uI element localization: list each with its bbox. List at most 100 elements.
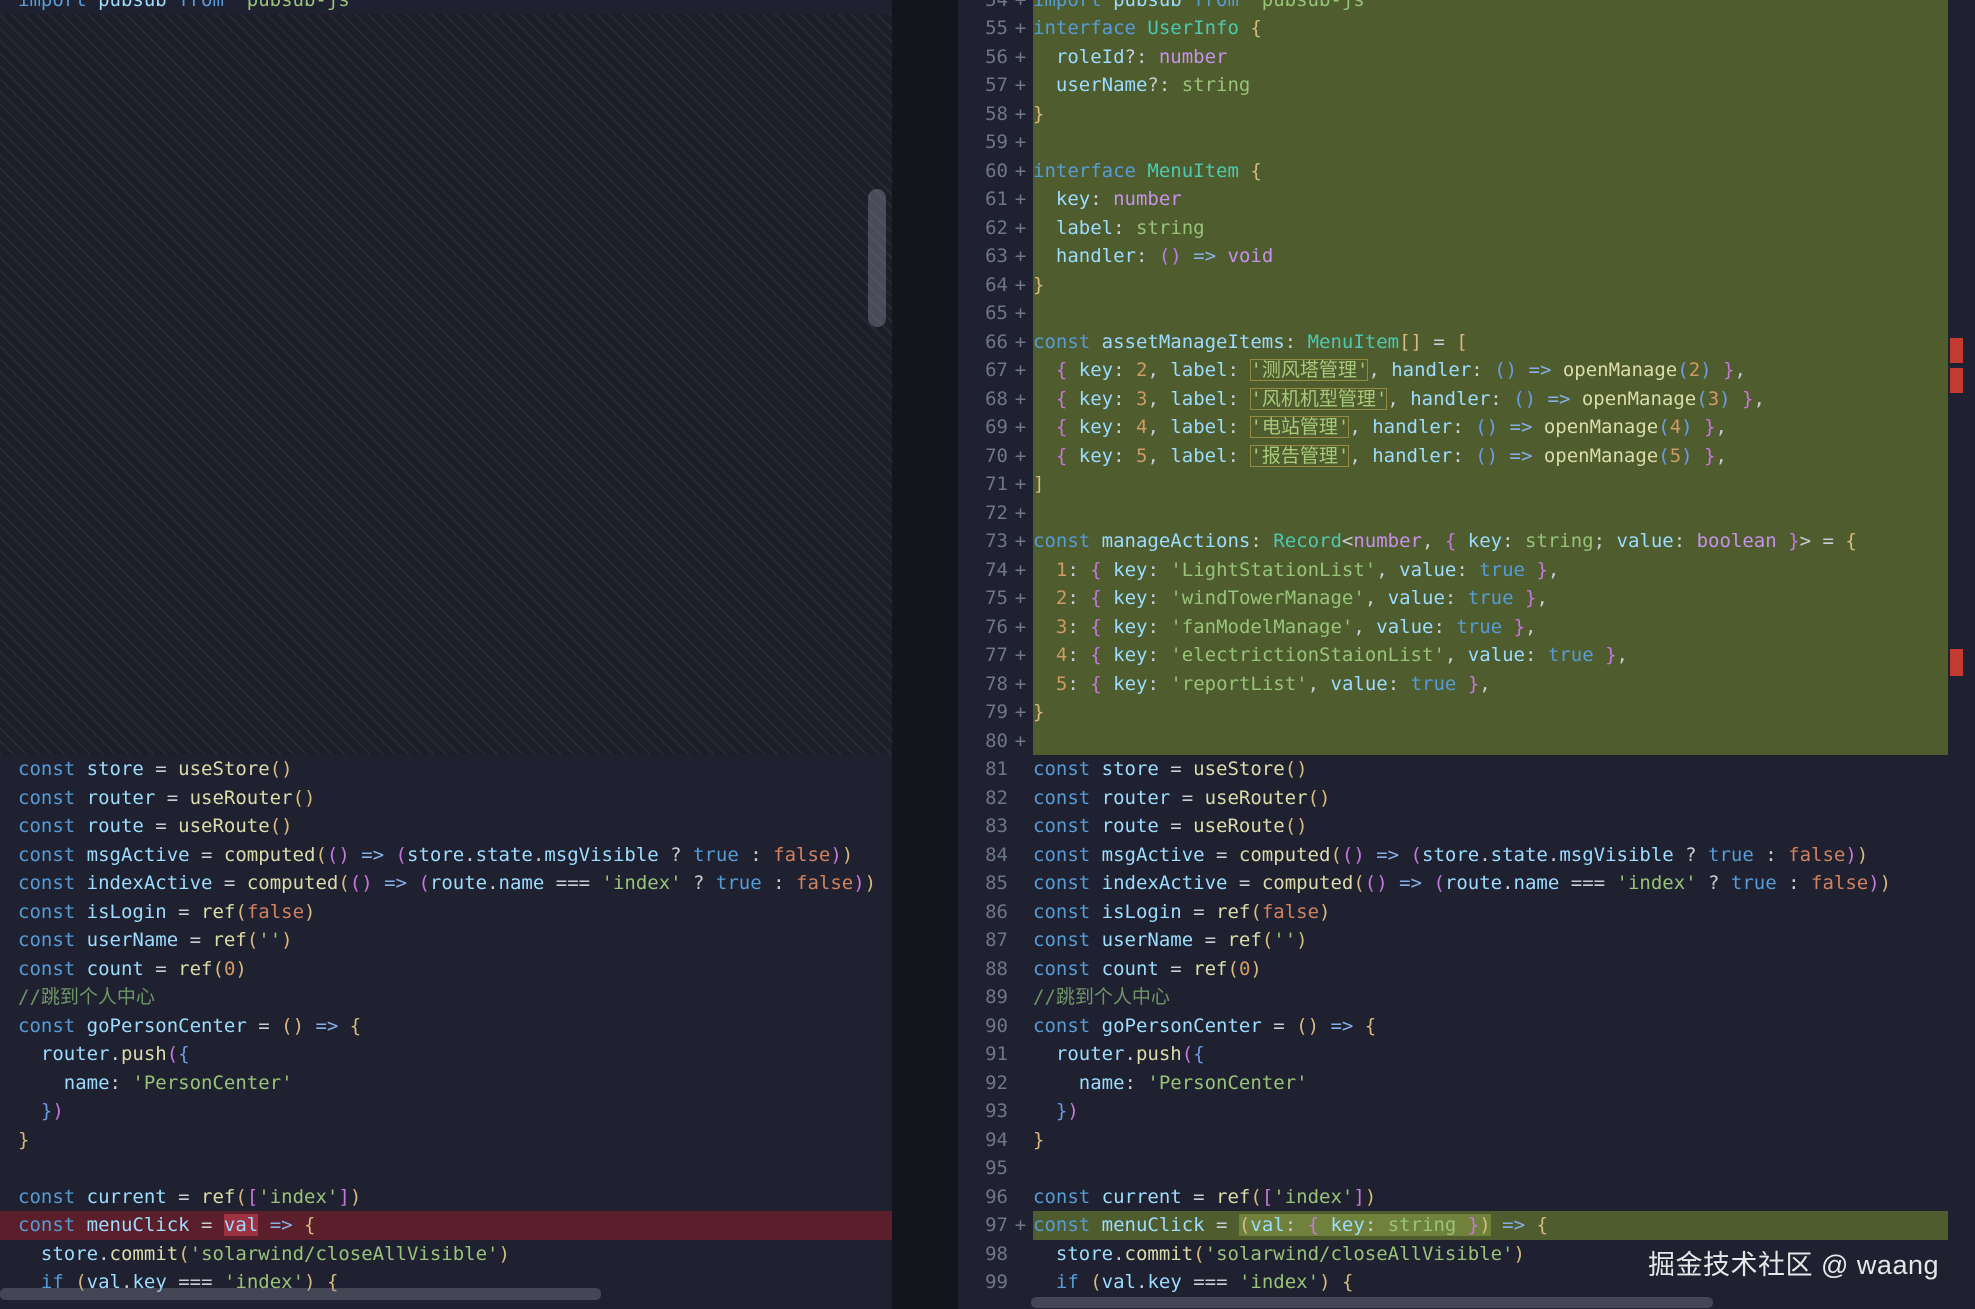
line-number[interactable]: 85 [958, 869, 1033, 898]
line-number[interactable]: 90 [958, 1012, 1033, 1041]
code-line[interactable]: store.commit('solarwind/closeAllVisible'… [0, 1240, 892, 1269]
line-number[interactable]: 75+ [958, 584, 1033, 613]
line-number[interactable]: 98 [958, 1240, 1033, 1269]
diff-right-pane[interactable]: 54+import pubsub from 'pubsub-js'55+inte… [958, 0, 1975, 1309]
line-number[interactable]: 56+ [958, 43, 1033, 72]
code-line[interactable]: key: number [1033, 185, 1948, 214]
code-line[interactable]: { key: 5, label: '报告管理', handler: () => … [1033, 442, 1948, 471]
code-line[interactable]: const menuClick = (val: { key: string })… [1033, 1211, 1948, 1240]
code-line[interactable]: const msgActive = computed(() => (store.… [0, 841, 892, 870]
left-vertical-scrollbar-thumb[interactable] [868, 189, 886, 327]
code-line[interactable] [1033, 499, 1948, 528]
line-number[interactable]: 80+ [958, 727, 1033, 756]
diff-overview-marker[interactable] [1950, 649, 1963, 676]
diff-overview-marker[interactable] [1950, 338, 1963, 363]
code-line[interactable]: } [0, 1126, 892, 1155]
code-line[interactable]: //跳到个人中心 [0, 983, 892, 1012]
line-number[interactable]: 69+ [958, 413, 1033, 442]
code-line[interactable] [1033, 727, 1948, 756]
code-line[interactable]: name: 'PersonCenter' [1033, 1069, 1948, 1098]
line-number[interactable]: 95 [958, 1154, 1033, 1183]
line-number[interactable]: 74+ [958, 556, 1033, 585]
line-number[interactable]: 59+ [958, 128, 1033, 157]
code-line[interactable] [0, 1154, 892, 1183]
line-number[interactable]: 67+ [958, 356, 1033, 385]
line-number[interactable]: 96 [958, 1183, 1033, 1212]
code-line[interactable]: 4: { key: 'electrictionStaionList', valu… [1033, 641, 1948, 670]
line-number[interactable]: 97+ [958, 1211, 1033, 1240]
code-line[interactable]: const userName = ref('') [0, 926, 892, 955]
code-line[interactable]: handler: () => void [1033, 242, 1948, 271]
line-number[interactable]: 84 [958, 841, 1033, 870]
line-number[interactable]: 99 [958, 1268, 1033, 1297]
line-number[interactable]: 68+ [958, 385, 1033, 414]
code-line[interactable]: interface MenuItem { [1033, 157, 1948, 186]
code-line[interactable]: const isLogin = ref(false) [1033, 898, 1948, 927]
code-line[interactable]: 2: { key: 'windTowerManage', value: true… [1033, 584, 1948, 613]
code-line[interactable]: const goPersonCenter = () => { [1033, 1012, 1948, 1041]
code-line[interactable]: const current = ref(['index']) [1033, 1183, 1948, 1212]
code-line[interactable]: { key: 2, label: '测风塔管理', handler: () =>… [1033, 356, 1948, 385]
code-line[interactable]: { key: 3, label: '风机机型管理', handler: () =… [1033, 385, 1948, 414]
left-horizontal-scrollbar-thumb[interactable] [0, 1288, 601, 1300]
line-number[interactable]: 60+ [958, 157, 1033, 186]
line-number[interactable]: 83 [958, 812, 1033, 841]
line-number[interactable]: 79+ [958, 698, 1033, 727]
code-line[interactable]: const assetManageItems: MenuItem[] = [ [1033, 328, 1948, 357]
code-line[interactable]: interface UserInfo { [1033, 14, 1948, 43]
code-line[interactable]: 3: { key: 'fanModelManage', value: true … [1033, 613, 1948, 642]
code-line[interactable]: ] [1033, 470, 1948, 499]
code-line[interactable]: const store = useStore() [0, 755, 892, 784]
code-line[interactable]: const goPersonCenter = () => { [0, 1012, 892, 1041]
code-line[interactable] [1033, 128, 1948, 157]
line-number[interactable]: 63+ [958, 242, 1033, 271]
code-line[interactable]: } [1033, 271, 1948, 300]
line-number[interactable]: 86 [958, 898, 1033, 927]
code-line[interactable]: const router = useRouter() [0, 784, 892, 813]
code-line[interactable]: } [1033, 100, 1948, 129]
code-line[interactable] [1033, 299, 1948, 328]
code-line[interactable]: router.push({ [1033, 1040, 1948, 1069]
code-line[interactable]: const count = ref(0) [0, 955, 892, 984]
code-line[interactable]: 5: { key: 'reportList', value: true }, [1033, 670, 1948, 699]
code-line[interactable]: //跳到个人中心 [1033, 983, 1948, 1012]
line-number[interactable]: 64+ [958, 271, 1033, 300]
line-number[interactable]: 88 [958, 955, 1033, 984]
line-number[interactable]: 54+ [958, 0, 1033, 14]
code-line[interactable]: const isLogin = ref(false) [0, 898, 892, 927]
overview-ruler[interactable] [1950, 0, 1963, 1309]
line-number[interactable]: 92 [958, 1069, 1033, 1098]
code-line[interactable]: const msgActive = computed(() => (store.… [1033, 841, 1948, 870]
line-number[interactable]: 66+ [958, 328, 1033, 357]
code-line[interactable]: const manageActions: Record<number, { ke… [1033, 527, 1948, 556]
code-line[interactable]: const route = useRoute() [0, 812, 892, 841]
line-number[interactable]: 89 [958, 983, 1033, 1012]
line-number[interactable]: 57+ [958, 71, 1033, 100]
code-line[interactable]: 1: { key: 'LightStationList', value: tru… [1033, 556, 1948, 585]
code-line[interactable]: const current = ref(['index']) [0, 1183, 892, 1212]
line-number[interactable]: 72+ [958, 499, 1033, 528]
code-line[interactable]: const route = useRoute() [1033, 812, 1948, 841]
code-line[interactable]: import pubsub from 'pubsub-js' [1033, 0, 1948, 14]
line-number[interactable]: 94 [958, 1126, 1033, 1155]
line-number[interactable]: 82 [958, 784, 1033, 813]
line-number[interactable]: 65+ [958, 299, 1033, 328]
code-line[interactable]: roleId?: number [1033, 43, 1948, 72]
line-number[interactable]: 81 [958, 755, 1033, 784]
line-number[interactable]: 55+ [958, 14, 1033, 43]
code-line[interactable]: const indexActive = computed(() => (rout… [0, 869, 892, 898]
line-number[interactable]: 62+ [958, 214, 1033, 243]
line-number[interactable]: 61+ [958, 185, 1033, 214]
line-number[interactable]: 73+ [958, 527, 1033, 556]
line-number[interactable]: 70+ [958, 442, 1033, 471]
code-line[interactable]: }) [0, 1097, 892, 1126]
line-number[interactable]: 91 [958, 1040, 1033, 1069]
diff-overview-marker[interactable] [1950, 368, 1963, 393]
diff-splitter[interactable] [892, 0, 958, 1309]
code-line[interactable]: userName?: string [1033, 71, 1948, 100]
code-line[interactable]: router.push({ [0, 1040, 892, 1069]
line-number[interactable]: 78+ [958, 670, 1033, 699]
code-line[interactable]: const indexActive = computed(() => (rout… [1033, 869, 1948, 898]
line-number[interactable]: 87 [958, 926, 1033, 955]
code-line[interactable]: } [1033, 698, 1948, 727]
